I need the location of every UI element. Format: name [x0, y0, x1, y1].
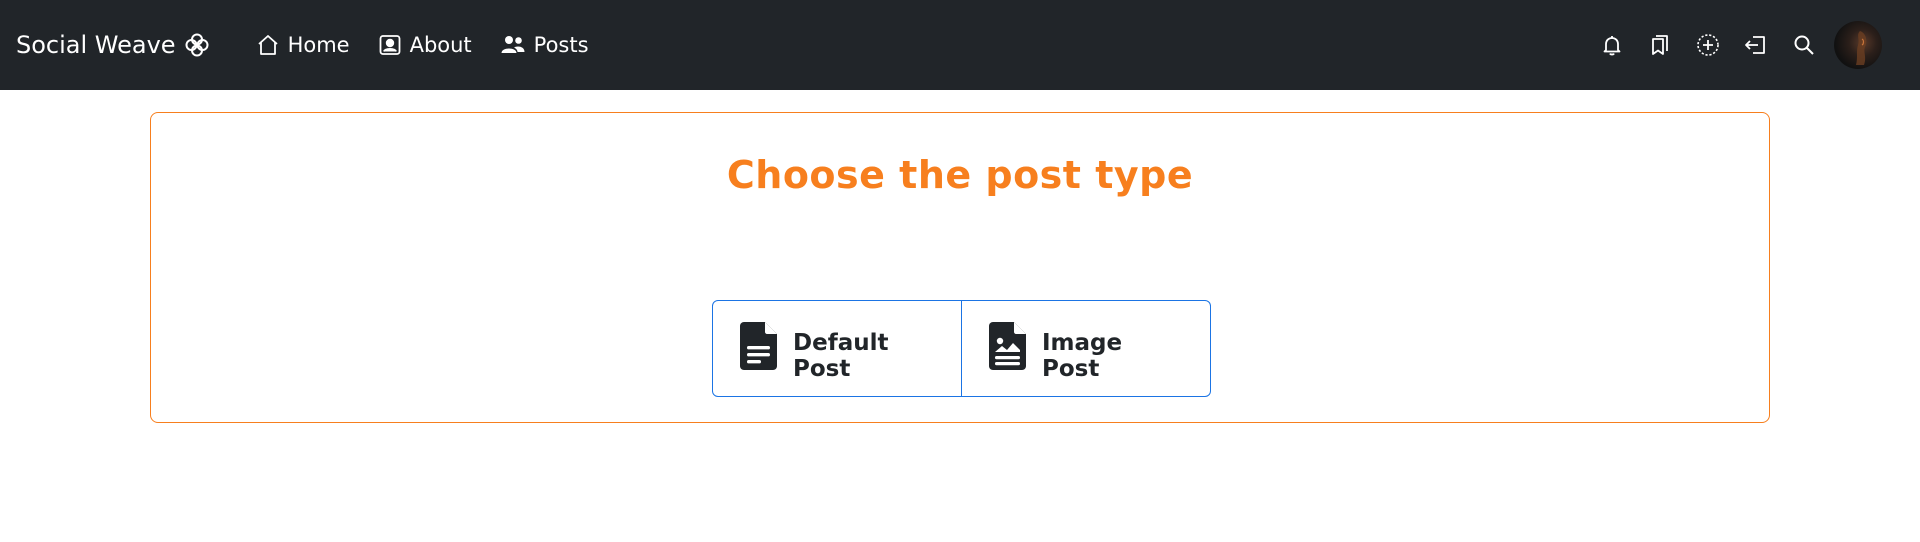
post-type-button-group: Default Post Image Post: [712, 300, 1211, 397]
default-post-button[interactable]: Default Post: [712, 300, 962, 397]
nav-home-label: Home: [287, 33, 350, 57]
nav-about[interactable]: About: [364, 33, 486, 57]
bookmarks-icon[interactable]: [1636, 21, 1684, 69]
flower-logo-icon: [184, 32, 210, 58]
nav-home[interactable]: Home: [242, 33, 364, 57]
user-avatar[interactable]: [1834, 21, 1882, 69]
nav-posts-label: Posts: [533, 33, 589, 57]
image-post-button[interactable]: Image Post: [962, 300, 1211, 397]
file-image-icon: [988, 320, 1028, 372]
default-post-label: Default Post: [793, 329, 889, 382]
nav-right-actions: [1588, 21, 1904, 69]
bell-icon[interactable]: [1588, 21, 1636, 69]
nav-links: Home About Posts: [242, 33, 603, 57]
person-badge-icon: [378, 33, 402, 57]
people-icon: [500, 33, 526, 57]
top-navbar: Social Weave Home About Posts: [0, 0, 1920, 90]
home-icon: [256, 33, 280, 57]
nav-about-label: About: [409, 33, 472, 57]
page-title: Choose the post type: [726, 153, 1194, 197]
brand-link[interactable]: Social Weave: [16, 31, 210, 59]
sign-out-icon[interactable]: [1732, 21, 1780, 69]
plus-circle-icon[interactable]: [1684, 21, 1732, 69]
brand-name: Social Weave: [16, 31, 176, 59]
nav-posts[interactable]: Posts: [486, 33, 603, 57]
post-type-card: Choose the post type Default Post Image …: [150, 112, 1770, 423]
image-post-label: Image Post: [1042, 329, 1123, 382]
search-icon[interactable]: [1780, 21, 1828, 69]
file-text-icon: [739, 320, 779, 372]
